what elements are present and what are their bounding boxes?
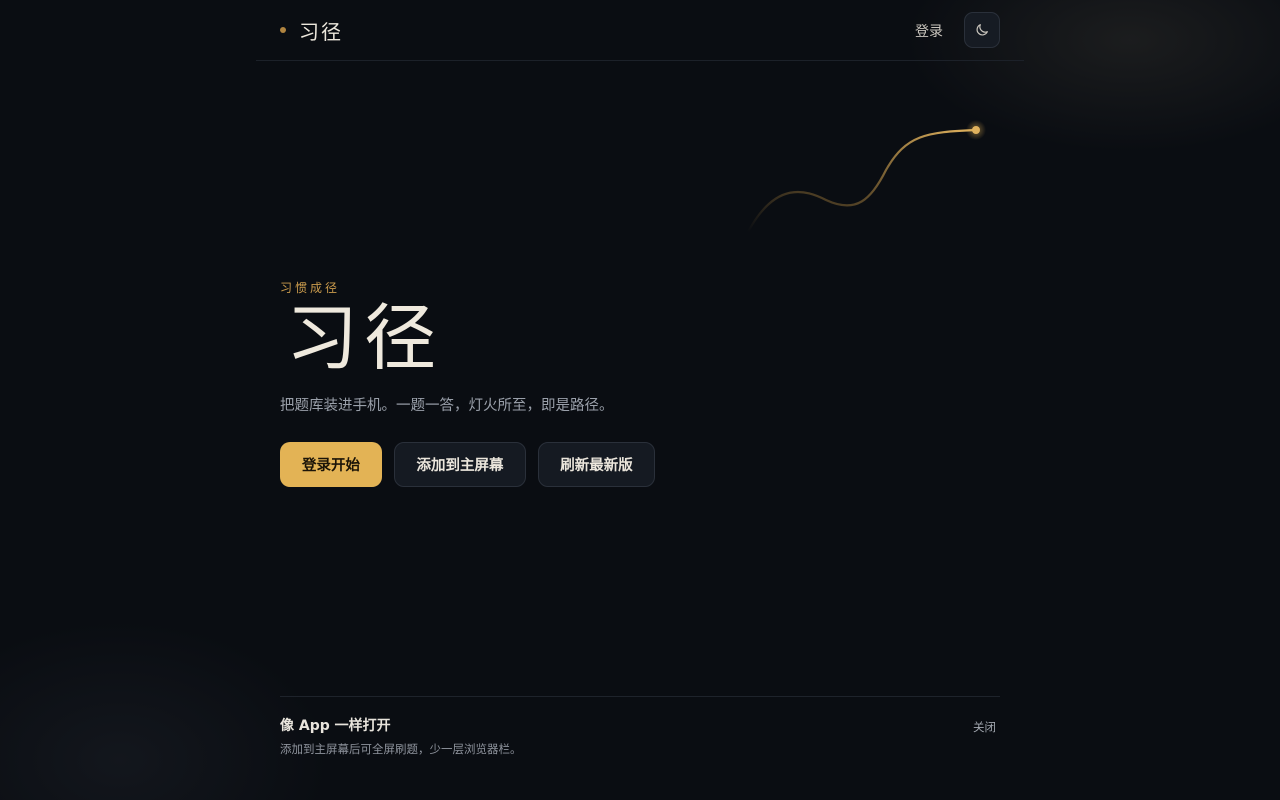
hero-subtitle: 把题库装进手机。一题一答，灯火所至，即是路径。 bbox=[280, 398, 614, 414]
moon-icon bbox=[976, 24, 988, 36]
path-curve-decoration bbox=[746, 120, 986, 234]
install-banner: 像 App 一样打开 添加到主屏幕后可全屏刷题，少一层浏览器栏。 关闭 bbox=[280, 696, 1000, 767]
page: 习径 登录 习惯成径 习径 把题库装进手机。一题一答，灯火所至，即是路径。 登录… bbox=[0, 0, 1280, 800]
install-banner-close-button[interactable]: 关闭 bbox=[973, 719, 996, 735]
theme-toggle-button[interactable] bbox=[964, 12, 1000, 48]
top-bar: 习径 登录 bbox=[256, 0, 1024, 61]
brand[interactable]: 习径 bbox=[280, 16, 343, 44]
hero-eyebrow: 习惯成径 bbox=[280, 281, 341, 295]
content-column: 习径 登录 习惯成径 习径 把题库装进手机。一题一答，灯火所至，即是路径。 登录… bbox=[256, 0, 1024, 800]
brand-dot-icon bbox=[280, 27, 286, 33]
login-link[interactable]: 登录 bbox=[915, 21, 943, 41]
install-banner-title: 像 App 一样打开 bbox=[280, 718, 391, 734]
brand-name: 习径 bbox=[299, 19, 343, 44]
refresh-latest-button[interactable]: 刷新最新版 bbox=[538, 442, 655, 487]
add-to-home-screen-button[interactable]: 添加到主屏幕 bbox=[394, 442, 526, 487]
hero-title: 习径 bbox=[286, 296, 443, 380]
install-banner-description: 添加到主屏幕后可全屏刷题，少一层浏览器栏。 bbox=[280, 742, 522, 756]
login-start-button[interactable]: 登录开始 bbox=[280, 442, 382, 487]
hero-actions: 登录开始 添加到主屏幕 刷新最新版 bbox=[280, 442, 667, 487]
